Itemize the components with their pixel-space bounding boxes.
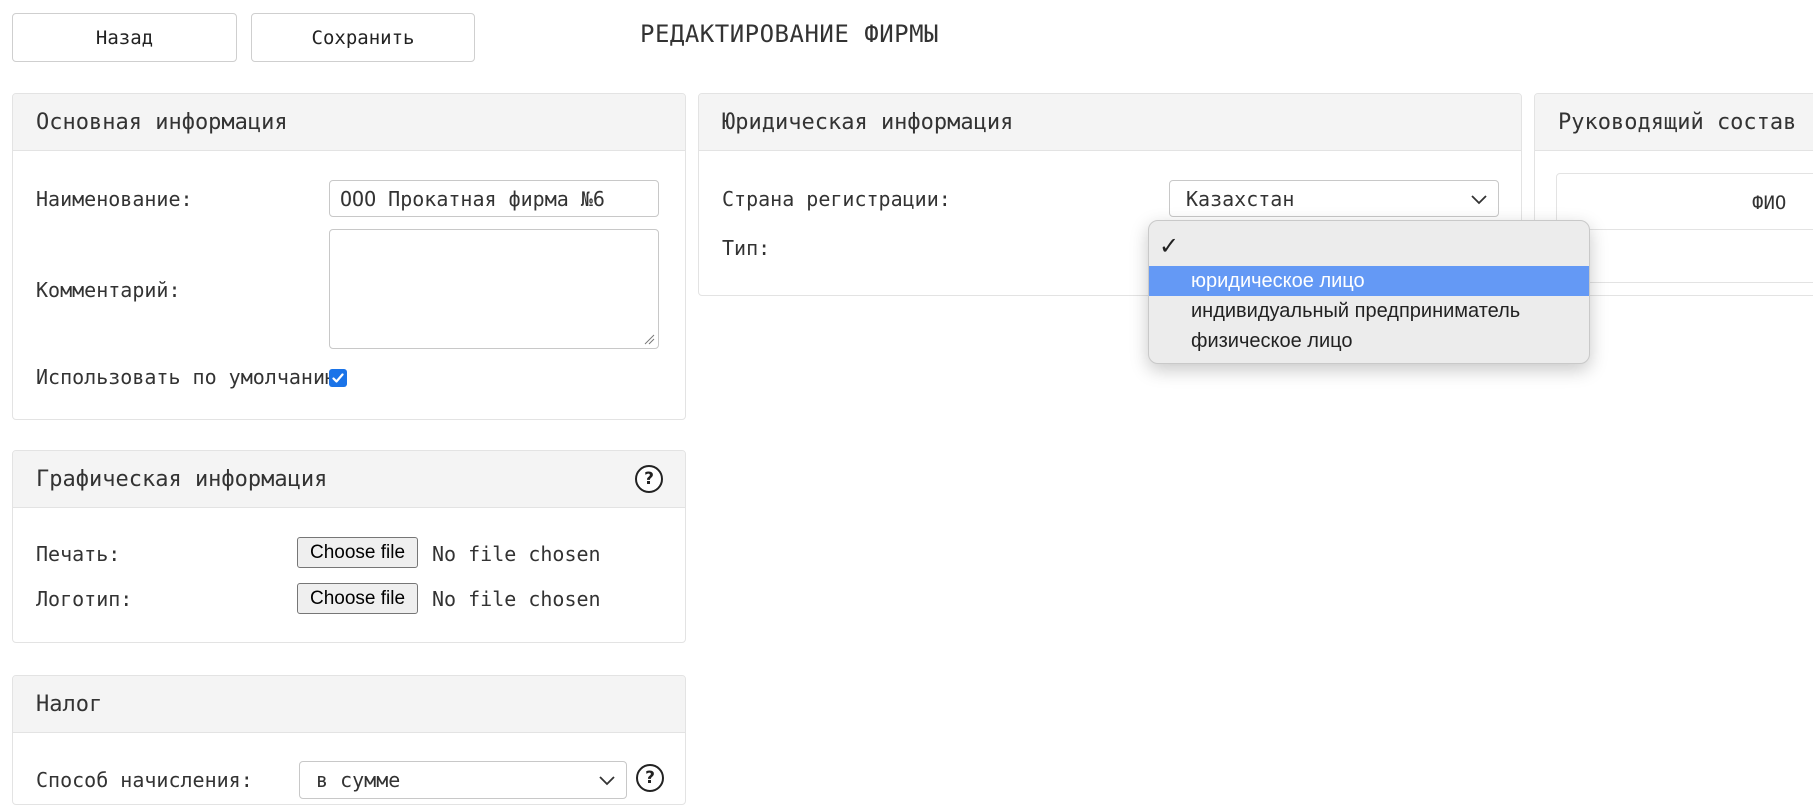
management-table: ФИО [1556, 173, 1813, 283]
name-input[interactable]: ООО Прокатная фирма №6 [329, 180, 659, 217]
resize-handle-icon[interactable] [643, 333, 655, 345]
management-table-header: ФИО [1557, 174, 1813, 230]
type-option-entrepreneur[interactable]: индивидуальный предприниматель [1149, 296, 1589, 326]
management-title: Руководящий состав [1558, 109, 1797, 135]
type-option-legal-entity[interactable]: юридическое лицо [1149, 266, 1589, 296]
type-option-empty[interactable]: ✓ [1149, 229, 1589, 260]
country-select[interactable]: Казахстан [1169, 180, 1499, 217]
tax-help-icon[interactable]: ? [636, 764, 664, 792]
legal-info-header: Юридическая информация [699, 94, 1521, 151]
logo-choose-file-button[interactable]: Choose file [297, 583, 419, 614]
type-option-individual-label: физическое лицо [1191, 329, 1353, 352]
tax-title: Налог [36, 691, 103, 717]
logo-label: Логотип: [36, 587, 133, 611]
column-fio: ФИО [1752, 192, 1787, 214]
graphic-info-header: Графическая информация ? [13, 451, 685, 508]
basic-info-title: Основная информация [36, 109, 288, 135]
method-label: Способ начисления: [36, 768, 253, 792]
country-value: Казахстан [1186, 186, 1295, 211]
logo-file-status: No file chosen [432, 587, 601, 611]
tax-header: Налог [13, 676, 685, 733]
page-title: РЕДАКТИРОВАНИЕ ФИРМЫ [640, 20, 939, 48]
comment-label: Комментарий: [36, 278, 181, 302]
type-label: Тип: [722, 236, 771, 260]
save-button[interactable]: Сохранить [251, 13, 475, 62]
stamp-choose-file-button[interactable]: Choose file [297, 537, 419, 568]
type-option-legal-entity-label: юридическое лицо [1191, 269, 1365, 292]
graphic-help-icon[interactable]: ? [635, 465, 663, 493]
type-dropdown-menu: ✓ юридическое лицо индивидуальный предпр… [1148, 220, 1590, 364]
basic-info-header: Основная информация [13, 94, 685, 151]
type-option-entrepreneur-label: индивидуальный предприниматель [1191, 299, 1521, 322]
checkmark-icon: ✓ [1159, 232, 1180, 260]
type-option-individual[interactable]: физическое лицо [1149, 326, 1589, 356]
chevron-down-icon [1471, 194, 1487, 204]
check-icon [332, 373, 344, 383]
default-checkbox[interactable] [329, 369, 347, 387]
default-label: Использовать по умолчанию: [36, 365, 350, 389]
country-label: Страна регистрации: [722, 187, 951, 211]
legal-info-title: Юридическая информация [722, 109, 1014, 135]
chevron-down-icon [599, 776, 615, 786]
stamp-label: Печать: [36, 542, 121, 566]
graphic-info-title: Графическая информация [36, 466, 328, 492]
comment-textarea[interactable] [329, 229, 659, 349]
method-select[interactable]: в сумме [299, 761, 627, 799]
back-button[interactable]: Назад [12, 13, 237, 62]
name-label: Наименование: [36, 187, 193, 211]
method-value: в сумме [316, 768, 401, 792]
stamp-file-status: No file chosen [432, 542, 601, 566]
management-header: Руководящий состав [1535, 94, 1813, 151]
